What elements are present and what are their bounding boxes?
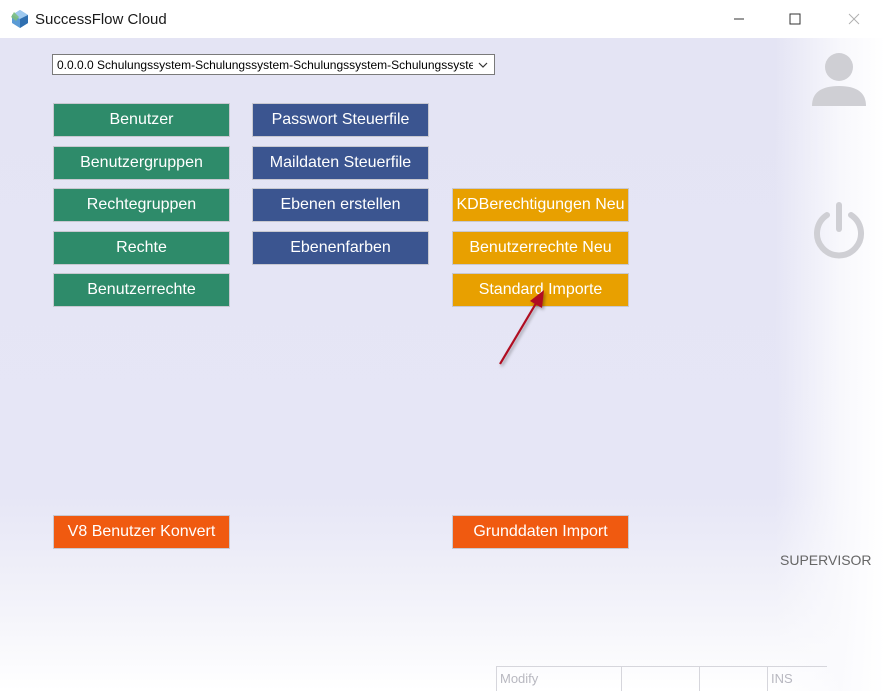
chevron-down-icon (476, 58, 490, 72)
ebenenfarben-button[interactable]: Ebenenfarben (252, 231, 429, 265)
close-icon (848, 13, 860, 25)
maximize-button[interactable] (772, 0, 818, 38)
maximize-icon (789, 13, 801, 25)
rechtegruppen-button[interactable]: Rechtegruppen (53, 188, 230, 222)
rechte-button[interactable]: Rechte (53, 231, 230, 265)
passwort-steuerfile-button[interactable]: Passwort Steuerfile (252, 103, 429, 137)
status-mode: Modify (496, 666, 621, 691)
right-fade-panel (775, 38, 885, 691)
ebenen-erstellen-button[interactable]: Ebenen erstellen (252, 188, 429, 222)
database-select-value: 0.0.0.0 Schulungssystem-Schulungssystem-… (57, 57, 473, 72)
database-select[interactable]: 0.0.0.0 Schulungssystem-Schulungssystem-… (52, 54, 495, 75)
annotation-arrow (499, 290, 544, 365)
benutzer-button[interactable]: Benutzer (53, 103, 230, 137)
status-cell-empty-2 (699, 666, 767, 691)
power-icon[interactable] (809, 201, 869, 261)
grunddaten-import-button[interactable]: Grunddaten Import (452, 515, 629, 549)
minimize-icon (734, 18, 744, 20)
user-avatar-icon[interactable] (810, 50, 868, 108)
minimize-button[interactable] (716, 0, 762, 38)
status-cell-empty-1 (621, 666, 699, 691)
user-role-label: SUPERVISOR (780, 552, 872, 568)
benutzerrechte-button[interactable]: Benutzerrechte (53, 273, 230, 307)
v8-benutzer-konvert-button[interactable]: V8 Benutzer Konvert (53, 515, 230, 549)
close-button[interactable] (831, 0, 877, 38)
kdberechtigungen-neu-button[interactable]: KDBerechtigungen Neu (452, 188, 629, 222)
benutzergruppen-button[interactable]: Benutzergruppen (53, 146, 230, 180)
maildaten-steuerfile-button[interactable]: Maildaten Steuerfile (252, 146, 429, 180)
app-window: SuccessFlow Cloud 0.0.0.0 Schulungssyste… (0, 0, 885, 691)
benutzerrechte-neu-button[interactable]: Benutzerrechte Neu (452, 231, 629, 265)
window-title: SuccessFlow Cloud (35, 11, 167, 28)
main-panel: 0.0.0.0 Schulungssystem-Schulungssystem-… (0, 38, 885, 691)
status-insert: INS (767, 666, 827, 691)
title-bar[interactable]: SuccessFlow Cloud (0, 0, 885, 38)
app-logo-icon (10, 9, 30, 29)
